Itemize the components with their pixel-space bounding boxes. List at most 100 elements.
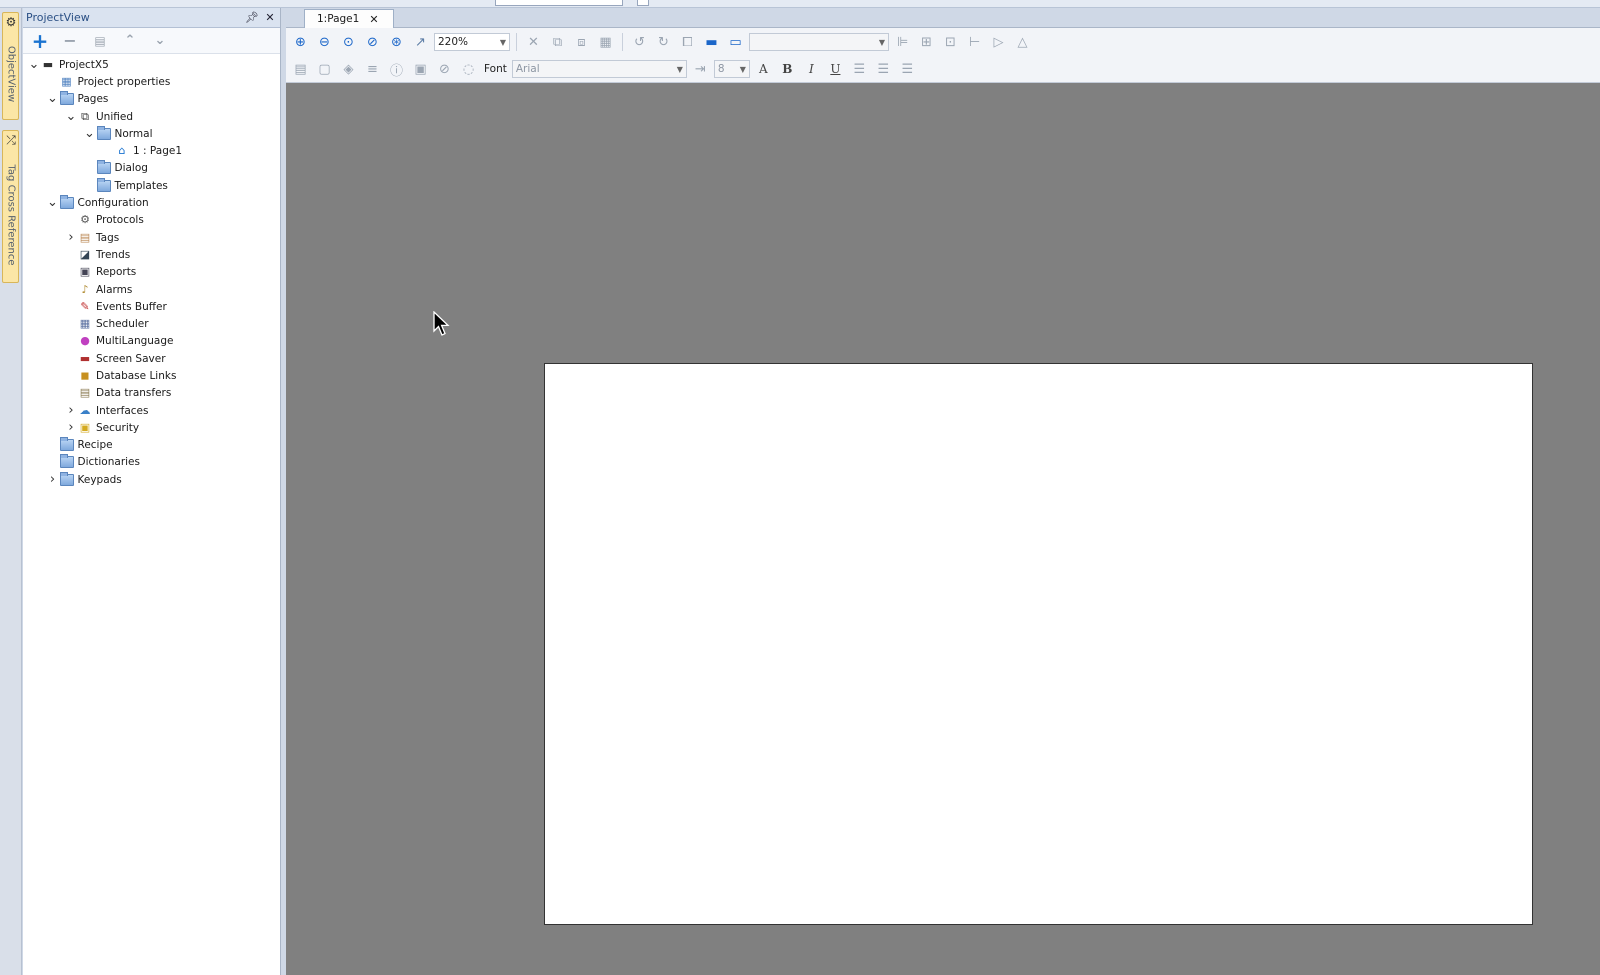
- chevron-right-icon[interactable]: ›: [64, 230, 78, 245]
- transparent-icon[interactable]: ⊘: [434, 59, 455, 80]
- align-left-icon[interactable]: ⊫: [892, 32, 913, 53]
- zoom-out-icon[interactable]: ⊖: [314, 32, 335, 53]
- tree-item-label: Recipe: [77, 439, 113, 452]
- tree-item[interactable]: ⌂ 1 : Page1: [23, 142, 280, 159]
- image-icon[interactable]: ▣: [410, 59, 431, 80]
- move-down-icon[interactable]: ⌄: [147, 30, 173, 52]
- chevron-down-icon[interactable]: ⌄: [64, 110, 78, 123]
- tree-item[interactable]: Dialog: [23, 160, 280, 177]
- font-select[interactable]: Arial ▼: [511, 60, 687, 78]
- tree-item[interactable]: ⌄ ▬ ProjectX5: [23, 56, 280, 73]
- tab-page1-label: 1:Page1: [317, 13, 360, 25]
- rotate-right-icon[interactable]: ↻: [653, 32, 674, 53]
- folder-icon: [96, 160, 111, 175]
- chevron-down-icon[interactable]: ⌄: [83, 127, 97, 140]
- tree-item-label: 1 : Page1: [133, 145, 182, 158]
- arrange-icon[interactable]: ⧠: [677, 32, 698, 53]
- remove-icon[interactable]: −: [57, 30, 83, 52]
- zoom-selection-icon[interactable]: ⊛: [386, 32, 407, 53]
- add-icon[interactable]: +: [27, 29, 53, 53]
- tree-item[interactable]: ⌄ Normal: [23, 125, 280, 142]
- move-up-icon[interactable]: ⌃: [117, 30, 143, 52]
- tree-item[interactable]: › ▣ Security: [23, 419, 280, 436]
- top-toolbar-dropdown[interactable]: [637, 0, 649, 6]
- close-icon[interactable]: ✕: [262, 10, 278, 26]
- tree-item[interactable]: › Keypads: [23, 471, 280, 488]
- tree-item[interactable]: ♪ Alarms: [23, 281, 280, 298]
- tree-item[interactable]: ⌄ Pages: [23, 91, 280, 108]
- zoom-page-icon[interactable]: ⊘: [362, 32, 383, 53]
- spacing-icon[interactable]: ⊢: [964, 32, 985, 53]
- tags-icon: ▤: [79, 230, 91, 244]
- group-icon[interactable]: ⧉: [547, 32, 568, 53]
- layer-select[interactable]: ▼: [749, 33, 889, 51]
- tree-item[interactable]: ▦ Project properties: [23, 73, 280, 90]
- tree-item[interactable]: › ☁ Interfaces: [23, 402, 280, 419]
- tree-item[interactable]: › ▤ Tags: [23, 229, 280, 246]
- tree-item[interactable]: Dictionaries: [23, 454, 280, 471]
- page-editor: 1:Page1 ✕ ⊕ ⊖ ⊙ ⊘ ⊛ ↗ 220% ▼ ✕ ⧉ ⧈ ▦ ↺ ↻…: [286, 8, 1600, 975]
- font-size-select[interactable]: 8 ▼: [713, 60, 750, 78]
- tree-item[interactable]: ⌄ ⧉ Unified: [23, 108, 280, 125]
- zoom-select[interactable]: 220% ▼: [434, 33, 510, 51]
- tree-item[interactable]: ▦ Scheduler: [23, 315, 280, 332]
- bring-front-icon[interactable]: ▬: [701, 32, 722, 53]
- fill-color-icon[interactable]: ◈: [338, 59, 359, 80]
- tree-item[interactable]: ⌄ Configuration: [23, 194, 280, 211]
- tree-item[interactable]: ▣ Reports: [23, 264, 280, 281]
- italic-icon[interactable]: I: [801, 59, 822, 80]
- chevron-right-icon[interactable]: ›: [64, 403, 78, 418]
- send-back-icon[interactable]: ▭: [725, 32, 746, 53]
- tree-item[interactable]: Recipe: [23, 437, 280, 454]
- tree-item[interactable]: ▤ Data transfers: [23, 385, 280, 402]
- tab-page1[interactable]: 1:Page1 ✕: [304, 9, 394, 28]
- tree-item[interactable]: ▬ Screen Saver: [23, 350, 280, 367]
- close-tab-icon[interactable]: ✕: [369, 13, 378, 26]
- align-distribute-icon[interactable]: ⊡: [940, 32, 961, 53]
- zoom-fit-icon[interactable]: ⊙: [338, 32, 359, 53]
- text-align-left-icon[interactable]: ☰: [849, 59, 870, 80]
- info-icon[interactable]: ⓘ: [386, 59, 407, 80]
- chevron-down-icon[interactable]: ⌄: [27, 58, 41, 71]
- ungroup-icon[interactable]: ⧈: [571, 32, 592, 53]
- bold-icon[interactable]: B: [777, 59, 798, 80]
- chevron-right-icon[interactable]: ›: [46, 472, 60, 487]
- tree-item[interactable]: ⚙ Protocols: [23, 212, 280, 229]
- properties-icon[interactable]: ▤: [87, 30, 113, 52]
- tag-cross-reference-tab-label: Tag Cross Reference: [5, 163, 16, 266]
- page-canvas[interactable]: [544, 363, 1533, 925]
- tree-item[interactable]: ● MultiLanguage: [23, 333, 280, 350]
- tree-item-label: Pages: [77, 93, 109, 106]
- text-align-center-icon[interactable]: ☰: [873, 59, 894, 80]
- editor-toolbar: ⊕ ⊖ ⊙ ⊘ ⊛ ↗ 220% ▼ ✕ ⧉ ⧈ ▦ ↺ ↻ ⧠ ▬ ▭ ▼ ⊫…: [286, 28, 1600, 83]
- zoom-reset-icon[interactable]: ↗: [410, 32, 431, 53]
- object-view-tab[interactable]: ⚙ ObjectView: [2, 12, 19, 120]
- tree-item[interactable]: ✎ Events Buffer: [23, 298, 280, 315]
- table-icon[interactable]: ▤: [290, 59, 311, 80]
- comment-icon[interactable]: ◌: [458, 59, 479, 80]
- protocols-icon: ⚙: [80, 213, 90, 227]
- design-canvas-area[interactable]: [286, 83, 1600, 975]
- delete-icon[interactable]: ✕: [523, 32, 544, 53]
- tree-item[interactable]: ◪ Trends: [23, 246, 280, 263]
- tag-cross-reference-tab[interactable]: ⤮ Tag Cross Reference: [2, 130, 19, 283]
- rotate-left-icon[interactable]: ↺: [629, 32, 650, 53]
- text-direction-icon[interactable]: ⇥: [690, 59, 711, 80]
- chevron-down-icon[interactable]: ⌄: [46, 196, 60, 209]
- underline-icon[interactable]: U: [825, 59, 846, 80]
- tree-item[interactable]: Templates: [23, 177, 280, 194]
- container-icon[interactable]: ▢: [314, 59, 335, 80]
- pin-icon[interactable]: 📌︎: [244, 10, 260, 26]
- chevron-down-icon[interactable]: ⌄: [46, 92, 60, 105]
- flip-horizontal-icon[interactable]: ▷: [988, 32, 1009, 53]
- line-style-icon[interactable]: ≡: [362, 59, 383, 80]
- text-align-right-icon[interactable]: ☰: [897, 59, 918, 80]
- flip-vertical-icon[interactable]: △: [1012, 32, 1033, 53]
- zoom-in-icon[interactable]: ⊕: [290, 32, 311, 53]
- text-color-icon[interactable]: A: [753, 59, 774, 80]
- chevron-right-icon[interactable]: ›: [64, 420, 78, 435]
- align-center-icon[interactable]: ⊞: [916, 32, 937, 53]
- top-toolbar-combo[interactable]: [495, 0, 623, 6]
- tree-item[interactable]: ◼ Database Links: [23, 367, 280, 384]
- grid-icon[interactable]: ▦: [595, 32, 616, 53]
